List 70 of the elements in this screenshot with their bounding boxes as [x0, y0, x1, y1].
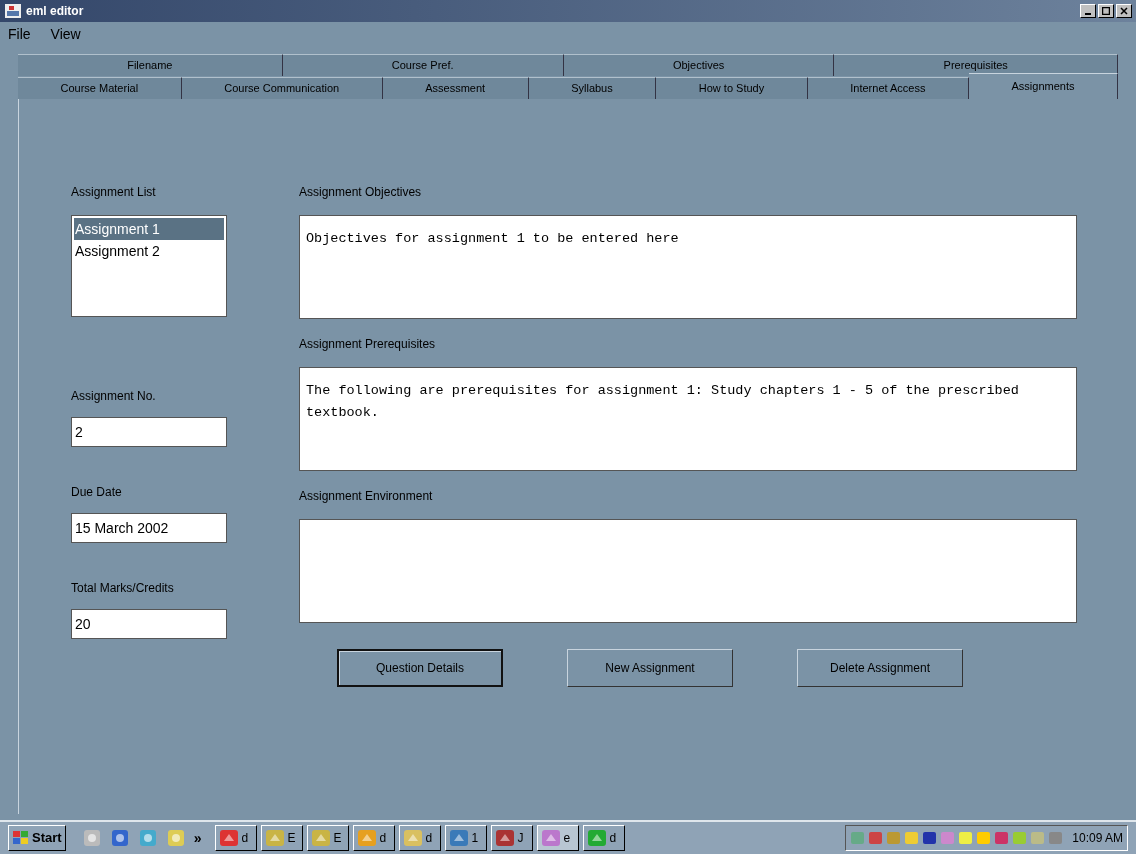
more-chevron[interactable]: » — [193, 827, 202, 849]
field-label: Due Date — [71, 484, 123, 501]
action-button[interactable]: Delete Assignment — [797, 649, 963, 687]
menu-item[interactable]: View — [46, 23, 85, 45]
field-label: Assignment Prerequisites — [299, 336, 437, 353]
app-icon — [403, 829, 424, 847]
field-label: Assignment No. — [71, 388, 157, 405]
tray-icon[interactable] — [868, 830, 884, 846]
tab[interactable]: Course Communication — [181, 77, 383, 99]
list-item[interactable]: Assignment 2 — [74, 240, 224, 262]
taskbar-button[interactable]: E — [261, 825, 304, 851]
app-icon — [265, 829, 286, 847]
text-area[interactable]: Objectives for assignment 1 to be entered here — [299, 215, 1077, 319]
maximize-icon — [1102, 7, 1110, 15]
quick-launch-icon[interactable] — [165, 828, 186, 848]
field-label: Total Marks/Credits — [71, 580, 175, 597]
quick-launch-icon[interactable] — [137, 828, 158, 848]
taskbar-button[interactable]: d — [215, 825, 258, 851]
app-icon — [495, 829, 516, 847]
text-area[interactable]: The following are prerequisites for assignment 1: Study chapters 1 - 5 of the prescribed textbook. — [299, 367, 1077, 471]
quick-launch-icon[interactable] — [109, 828, 130, 848]
tray-icon[interactable] — [958, 830, 974, 846]
tray-icon[interactable] — [922, 830, 938, 846]
quick-launch-icon[interactable] — [81, 828, 102, 848]
tab[interactable]: Course Material — [18, 77, 182, 99]
tab[interactable]: Course Pref. — [282, 54, 564, 76]
tray-icon[interactable] — [994, 830, 1010, 846]
tab[interactable]: Prerequisites — [834, 54, 1118, 76]
taskbar-button[interactable]: e — [537, 825, 580, 851]
tab[interactable]: Filename — [18, 54, 283, 76]
tab[interactable]: Assessment — [382, 77, 529, 99]
tray-icon[interactable] — [976, 830, 992, 846]
taskbar-button[interactable]: d — [399, 825, 442, 851]
app-icon — [587, 829, 608, 847]
taskbar-button[interactable]: 1 — [445, 825, 488, 851]
input-field[interactable]: 15 March 2002 — [71, 513, 227, 543]
tab[interactable]: Objectives — [563, 54, 835, 76]
tab[interactable]: Syllabus — [528, 77, 657, 99]
close-button[interactable] — [1116, 4, 1132, 18]
clock: 10:09 AM — [1072, 830, 1123, 847]
minimize-button[interactable] — [1080, 4, 1096, 18]
app-icon — [357, 829, 378, 847]
app-icon — [219, 829, 240, 847]
tab[interactable]: Assignments — [969, 73, 1119, 99]
taskbar-button[interactable]: d — [583, 825, 626, 851]
field-label: Assignment Objectives — [299, 184, 423, 201]
action-button[interactable]: New Assignment — [567, 649, 733, 687]
input-field[interactable]: 2 — [71, 417, 227, 447]
taskbar-button[interactable]: E — [307, 825, 350, 851]
menu-item[interactable]: File — [4, 23, 35, 45]
tray-icon[interactable] — [904, 830, 920, 846]
input-field[interactable]: 20 — [71, 609, 227, 639]
action-button[interactable]: Question Details — [337, 649, 503, 687]
taskbar-button[interactable]: J — [491, 825, 534, 851]
tab[interactable]: How to Study — [656, 77, 808, 99]
app-icon — [541, 829, 562, 847]
maximize-button[interactable] — [1098, 4, 1114, 18]
windows-logo-icon — [12, 830, 30, 846]
start-button[interactable]: Start — [8, 825, 66, 851]
app-icon — [311, 829, 332, 847]
close-icon — [1120, 7, 1128, 15]
app-icon — [449, 829, 470, 847]
taskbar-button[interactable]: d — [353, 825, 396, 851]
tab[interactable]: Internet Access — [807, 77, 969, 99]
field-label: Assignment List — [71, 184, 157, 201]
list-item[interactable]: Assignment 1 — [74, 218, 224, 240]
field-label: Assignment Environment — [299, 488, 434, 505]
window-title: eml editor — [26, 3, 84, 20]
app-icon — [4, 3, 22, 19]
text-area[interactable] — [299, 519, 1077, 623]
